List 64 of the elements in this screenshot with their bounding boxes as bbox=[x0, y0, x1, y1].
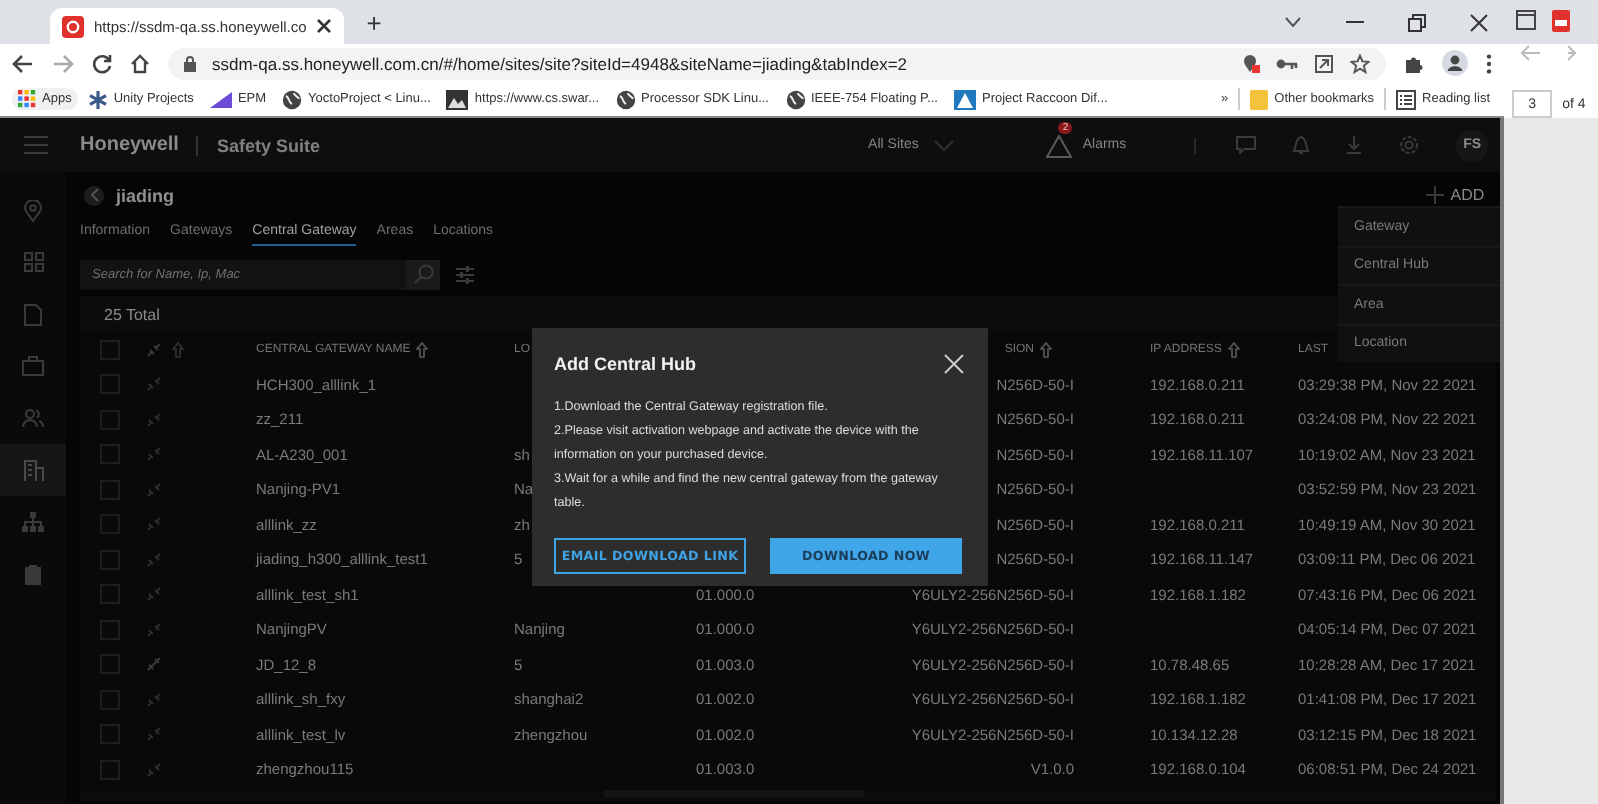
clipboard-icon bbox=[24, 563, 42, 585]
new-tab-button[interactable]: + bbox=[356, 7, 392, 37]
address-bar[interactable]: ssdm-qa.ss.honeywell.com.cn/#/home/sites/site?siteId=4948&siteName=jiading&tabIndex=2 bbox=[168, 47, 1386, 79]
forward-arrow-icon[interactable] bbox=[52, 53, 74, 73]
plus-icon bbox=[1426, 186, 1445, 204]
filter-sliders-icon[interactable] bbox=[456, 265, 474, 283]
profile-avatar-icon[interactable] bbox=[1442, 50, 1468, 76]
site-favicon-icon bbox=[62, 15, 84, 37]
chart-icon bbox=[209, 90, 232, 108]
hamburger-menu-icon[interactable] bbox=[24, 136, 48, 154]
dialog-title: Add Central Hub bbox=[554, 354, 696, 374]
globe-icon bbox=[615, 89, 636, 109]
settings-icon[interactable] bbox=[1398, 134, 1421, 156]
search-icon[interactable] bbox=[413, 264, 433, 284]
people-icon bbox=[22, 408, 44, 428]
lock-icon bbox=[184, 55, 196, 71]
snowflake-icon bbox=[87, 89, 108, 109]
document-icon bbox=[24, 303, 42, 325]
grid-icon bbox=[23, 252, 43, 272]
hierarchy-icon bbox=[22, 512, 44, 532]
location-blocked-icon[interactable] bbox=[1242, 53, 1260, 73]
globe-icon bbox=[282, 89, 303, 109]
globe-icon bbox=[785, 89, 805, 109]
puzzle-piece-icon[interactable] bbox=[1404, 53, 1424, 73]
star-icon[interactable] bbox=[1350, 53, 1370, 73]
sidebar-item[interactable] bbox=[0, 444, 66, 496]
download-icon[interactable] bbox=[1346, 136, 1363, 154]
reading-list-icon bbox=[1396, 89, 1417, 109]
share-icon[interactable] bbox=[1314, 53, 1334, 73]
sort-arrow-icon[interactable] bbox=[1040, 341, 1052, 358]
close-icon[interactable] bbox=[316, 18, 333, 34]
link-icon bbox=[146, 341, 162, 358]
home-icon[interactable] bbox=[130, 53, 150, 73]
total-count: 25 Total bbox=[104, 305, 160, 323]
close-icon[interactable] bbox=[1470, 13, 1488, 31]
warning-triangle-icon bbox=[1046, 133, 1073, 157]
product-name: Safety Suite bbox=[216, 135, 320, 155]
site-name: jiading bbox=[116, 185, 174, 205]
chevron-down-icon bbox=[934, 139, 955, 151]
chevron-down-icon[interactable] bbox=[1284, 16, 1302, 28]
sort-arrow-icon[interactable] bbox=[172, 341, 184, 358]
window-icon[interactable] bbox=[1516, 10, 1537, 30]
reload-icon[interactable] bbox=[92, 53, 112, 73]
back-arrow-icon[interactable] bbox=[12, 53, 34, 73]
add-button[interactable]: ADD bbox=[1426, 186, 1485, 204]
folder-icon bbox=[1250, 89, 1269, 109]
forward-arrow-icon[interactable] bbox=[1568, 44, 1577, 62]
bell-icon[interactable] bbox=[1292, 134, 1311, 156]
menu-icon[interactable] bbox=[1486, 53, 1492, 73]
restore-icon[interactable] bbox=[1408, 13, 1426, 31]
briefcase-icon bbox=[22, 356, 44, 376]
image-icon bbox=[446, 89, 469, 109]
key-icon[interactable] bbox=[1276, 57, 1298, 69]
location-pin-icon bbox=[24, 199, 42, 221]
sort-arrow-icon[interactable] bbox=[1227, 341, 1240, 358]
apps-grid-icon bbox=[18, 90, 36, 108]
triangle-logo-icon bbox=[953, 89, 976, 109]
pdf-file-icon[interactable] bbox=[1552, 9, 1571, 31]
brand-logo: Honeywell bbox=[80, 134, 179, 156]
sort-arrow-icon[interactable] bbox=[416, 341, 429, 358]
minimize-icon[interactable] bbox=[1346, 20, 1364, 24]
back-button[interactable] bbox=[84, 185, 104, 205]
building-icon bbox=[23, 459, 43, 481]
chat-icon[interactable] bbox=[1236, 136, 1257, 154]
